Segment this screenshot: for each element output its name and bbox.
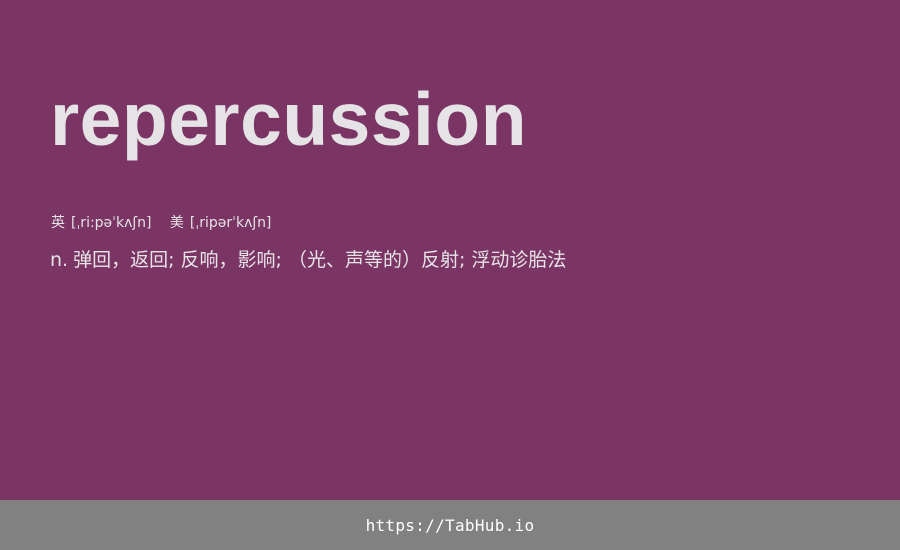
entry-word: repercussion [50, 77, 528, 161]
phonetic-uk-label: 英 [51, 215, 65, 231]
phonetic-uk-value: [ˌri:pəˈkʌʃn] [71, 215, 152, 231]
phonetic-uk: 英 [ˌri:pəˈkʌʃn] [51, 212, 151, 234]
phonetic-us-label: 美 [169, 215, 184, 231]
phonetic-us-value: [ˌripərˈkʌʃn] [189, 215, 272, 231]
main-panel: repercussion 英 [ˌri:pəˈkʌʃn] 美 [ˌripərˈkʌʃ… [0, 0, 900, 500]
footer-link[interactable]: https://TabHub.io [366, 516, 535, 535]
definition-row: n. 弹回，返回; 反响，影响; （光、声等的）反射; 浮动诊胎法 [50, 246, 566, 274]
phonetic-us: 美 [ˌripərˈkʌʃn] [170, 212, 272, 234]
phonetics-row: 英 [ˌri:pəˈkʌʃn] 美 [ˌripərˈkʌʃn] [51, 212, 285, 234]
definition-text: 弹回，返回; 反响，影响; （光、声等的）反射; 浮动诊胎法 [73, 249, 567, 271]
part-of-speech: n. [50, 249, 69, 271]
footer-bar: https://TabHub.io [0, 500, 900, 550]
